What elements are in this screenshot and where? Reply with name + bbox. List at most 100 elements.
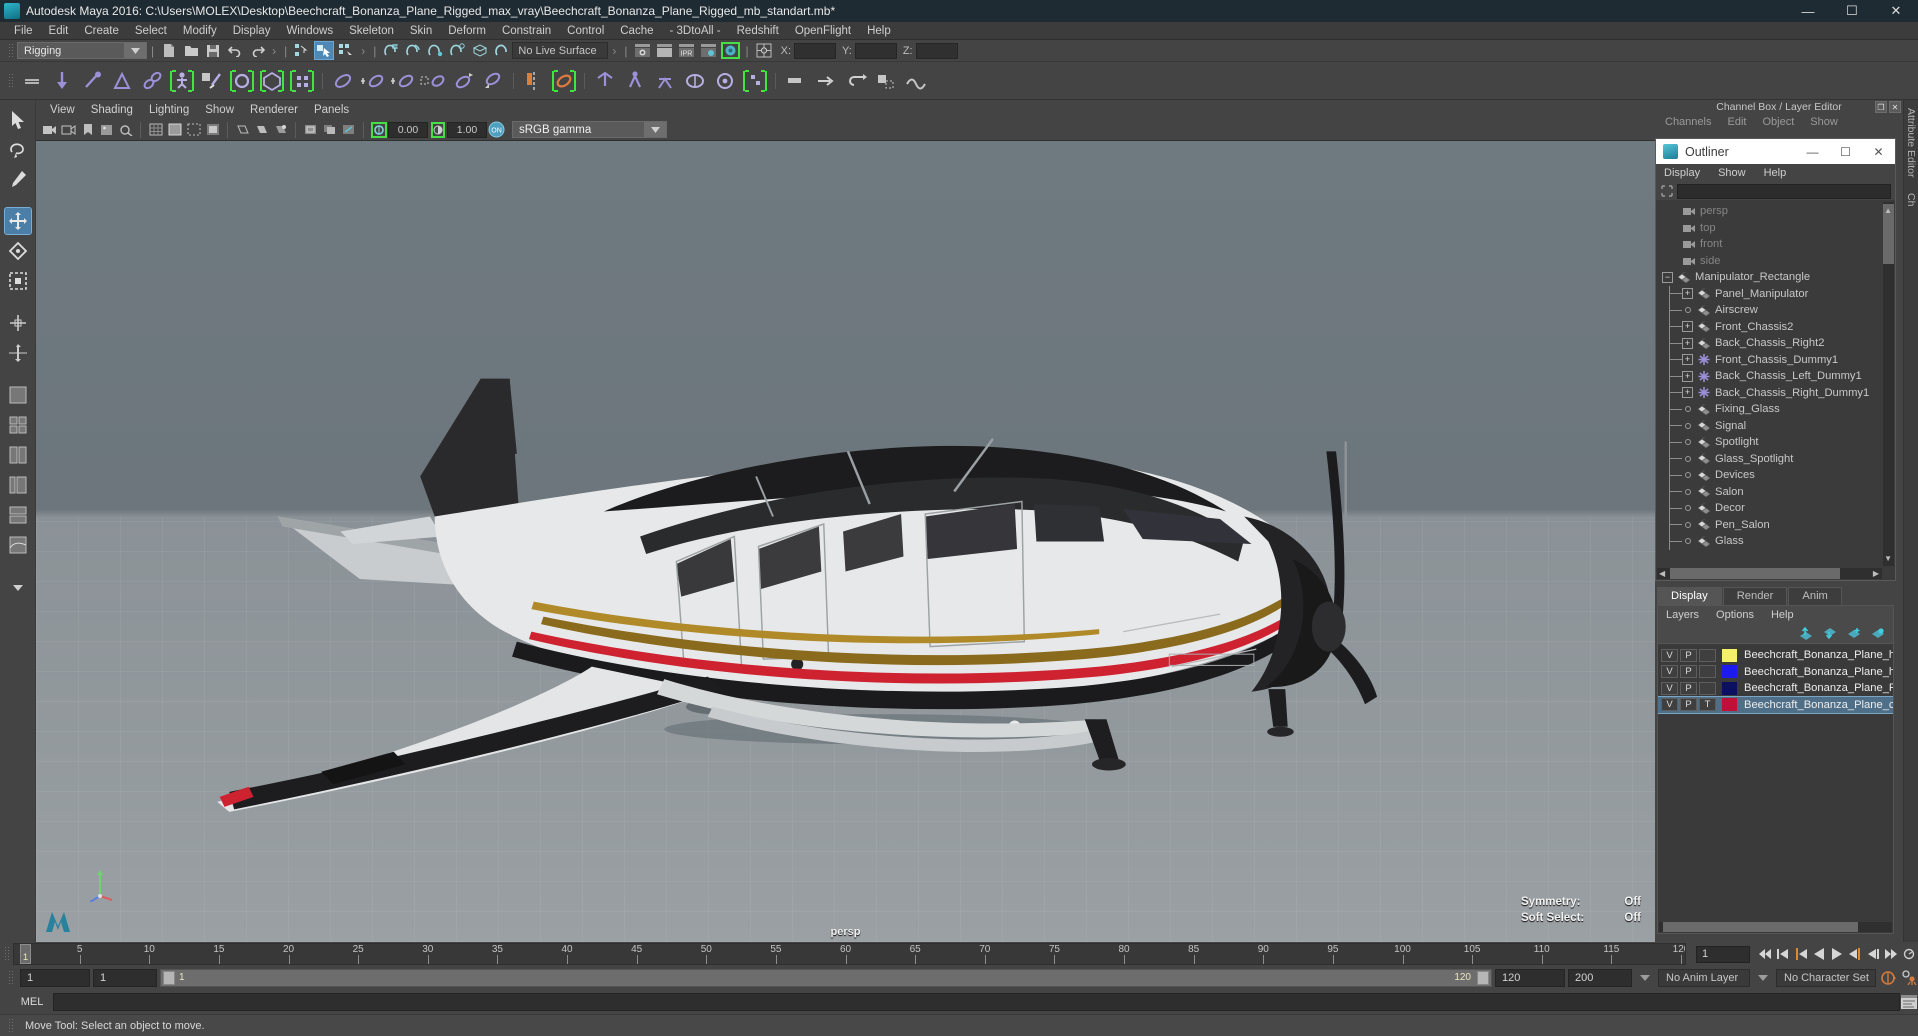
channel-menu-show[interactable]: Show — [1810, 116, 1838, 128]
current-frame-field[interactable]: 1 — [1696, 945, 1750, 963]
shelf-pose-icon[interactable] — [652, 66, 678, 96]
toggle-editors-icon[interactable] — [754, 41, 774, 60]
step-forward-frame-button[interactable] — [1846, 945, 1864, 963]
expand-icon[interactable]: + — [1682, 354, 1693, 366]
scroll-up-arrow-icon[interactable]: ▲ — [1884, 206, 1892, 215]
outliner-menu-display[interactable]: Display — [1664, 167, 1700, 179]
menu-skin[interactable]: Skin — [402, 22, 440, 40]
coord-y-input[interactable] — [854, 42, 897, 59]
two-d-pan-zoom-icon[interactable] — [117, 121, 134, 139]
layer-row[interactable]: V P T Beechcraft_Bonanza_Plane_co — [1658, 695, 1893, 714]
make-live-icon[interactable] — [491, 41, 511, 60]
shelf-aim-constraint-icon[interactable] — [450, 66, 476, 96]
shelf-squash-icon[interactable] — [843, 66, 869, 96]
hypergraph-layout-icon[interactable] — [5, 502, 31, 528]
shelf-pole-vector-icon[interactable] — [480, 66, 506, 96]
step-back-key-button[interactable] — [1774, 945, 1792, 963]
gamma-value[interactable]: 1.00 — [447, 121, 487, 138]
wireframe-on-shaded-icon[interactable] — [302, 121, 319, 139]
outliner-item[interactable]: + Front_Chassis2 — [1656, 318, 1895, 335]
menu-modify[interactable]: Modify — [175, 22, 225, 40]
layer-playback-toggle[interactable]: P — [1680, 681, 1697, 695]
outliner-item[interactable]: Signal — [1656, 417, 1895, 434]
camera-attributes-icon[interactable] — [60, 121, 77, 139]
open-scene-icon[interactable] — [181, 41, 201, 60]
layer-menu-options[interactable]: Options — [1716, 609, 1754, 621]
shelf-quick-rig-icon[interactable] — [592, 66, 618, 96]
outliner-item[interactable]: Spotlight — [1656, 434, 1895, 451]
layer-menu-layers[interactable]: Layers — [1666, 609, 1699, 621]
image-plane-icon[interactable] — [98, 121, 115, 139]
smooth-shade-selected-icon[interactable] — [272, 121, 289, 139]
range-start-handle[interactable] — [163, 971, 175, 985]
outliner-filter-icon[interactable] — [1660, 184, 1674, 198]
xray-icon[interactable] — [321, 121, 338, 139]
layer-visibility-toggle[interactable]: V — [1661, 681, 1678, 695]
step-back-frame-button[interactable] — [1792, 945, 1810, 963]
layer-row[interactable]: V P Beechcraft_Bonanza_Plane_he — [1658, 664, 1893, 681]
color-management-on-icon[interactable]: ON — [488, 121, 505, 139]
gate-mask-icon[interactable] — [204, 121, 221, 139]
outliner-item[interactable]: Pen_Salon — [1656, 516, 1895, 533]
coord-z-input[interactable] — [915, 42, 958, 59]
vp-menu-lighting[interactable]: Lighting — [141, 104, 197, 116]
shelf-sine-icon[interactable] — [813, 66, 839, 96]
select-tool-icon[interactable] — [5, 106, 31, 132]
outliner-item[interactable]: Salon — [1656, 483, 1895, 500]
shelf-mirror-joint-icon[interactable] — [521, 66, 547, 96]
exposure-value[interactable]: 0.00 — [388, 121, 428, 138]
tab-display[interactable]: Display — [1657, 587, 1722, 605]
shelf-constraint-icon[interactable] — [139, 66, 165, 96]
shelf-cluster-icon[interactable] — [289, 66, 315, 96]
shelf-sculpt-icon[interactable] — [712, 66, 738, 96]
outliner-persp-layout-icon[interactable] — [5, 472, 31, 498]
shelf-ik-spline-icon[interactable] — [109, 66, 135, 96]
shelf-wave-icon[interactable] — [903, 66, 929, 96]
menu-windows[interactable]: Windows — [278, 22, 341, 40]
outliner-item[interactable]: + Back_Chassis_Right2 — [1656, 335, 1895, 352]
layer-list[interactable]: V P Beechcraft_Bonanza_Plane_he V P Beechcraf… — [1657, 643, 1894, 934]
shelf-tab-handle-icon[interactable] — [19, 66, 45, 96]
move-layer-up-icon[interactable] — [1798, 626, 1813, 640]
select-hierarchy-icon[interactable] — [292, 41, 312, 60]
expand-icon[interactable]: + — [1682, 387, 1693, 399]
menu-control[interactable]: Control — [559, 22, 612, 40]
command-language-label[interactable]: MEL — [11, 996, 53, 1008]
current-time-marker[interactable]: 1 — [20, 944, 31, 964]
xray-joints-icon[interactable] — [340, 121, 357, 139]
move-layer-down-icon[interactable] — [1822, 627, 1837, 640]
shelf-hik-icon[interactable] — [622, 66, 648, 96]
coord-x-input[interactable] — [794, 42, 837, 59]
range-end-handle[interactable] — [1477, 971, 1489, 985]
outliner-item[interactable]: Glass — [1656, 533, 1895, 550]
layer-list-hscroll-thumb[interactable] — [1663, 922, 1858, 932]
menu-3dtoall[interactable]: - 3DtoAll - — [662, 22, 729, 40]
play-forwards-button[interactable] — [1828, 945, 1846, 963]
scroll-right-arrow-icon[interactable]: ▶ — [1873, 569, 1879, 578]
step-forward-key-button[interactable] — [1864, 945, 1882, 963]
shelf-scale-constraint-icon[interactable] — [420, 66, 446, 96]
outliner-hscroll-thumb[interactable] — [1670, 568, 1840, 579]
layer-color-swatch[interactable] — [1722, 698, 1737, 712]
ipr-render-icon[interactable]: IPR — [677, 41, 697, 60]
range-slider-bar[interactable]: 1 120 — [160, 969, 1492, 987]
shelf-bend-icon[interactable] — [742, 66, 768, 96]
scale-tool-icon[interactable] — [5, 268, 31, 294]
range-start-field[interactable]: 1 — [93, 969, 157, 987]
outliner-tree[interactable]: ▲ ▼ ◀ ▶ persp top front side − Manipulator_Re… — [1656, 200, 1895, 580]
layer-display-type-toggle[interactable] — [1699, 648, 1716, 662]
snap-grid-icon[interactable] — [381, 41, 401, 60]
channel-menu-edit[interactable]: Edit — [1727, 116, 1746, 128]
lasso-tool-icon[interactable] — [5, 136, 31, 162]
layer-visibility-toggle[interactable]: V — [1661, 648, 1678, 662]
vtab-attribute-editor[interactable]: Attribute Editor — [1905, 100, 1917, 185]
menu-set-selector[interactable]: Rigging — [17, 42, 147, 59]
layer-color-swatch[interactable] — [1722, 681, 1737, 695]
menu-deform[interactable]: Deform — [440, 22, 494, 40]
save-scene-icon[interactable] — [203, 41, 223, 60]
outliner-item[interactable]: side — [1656, 253, 1895, 270]
paint-select-tool-icon[interactable] — [5, 166, 31, 192]
channel-menu-object[interactable]: Object — [1762, 116, 1794, 128]
status-bar-grip[interactable] — [8, 1017, 13, 1034]
snap-view-plane-icon[interactable] — [469, 41, 489, 60]
